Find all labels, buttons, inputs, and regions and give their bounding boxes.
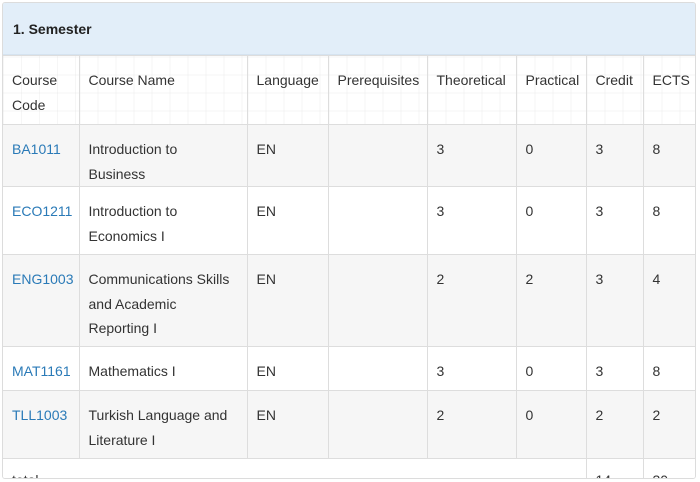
table-header-row: Course Code Course Name Language Prerequ… — [3, 55, 695, 125]
ects-cell: 4 — [642, 254, 695, 347]
course-name-cell: Introduction to Economics I — [78, 186, 248, 255]
practical-cell: 0 — [515, 390, 587, 459]
course-code-cell: ENG1003 — [3, 254, 80, 347]
ects-cell: 8 — [642, 124, 695, 187]
language-cell: EN — [246, 186, 329, 255]
total-credit-cell: 14 — [585, 458, 644, 478]
column-header-course-name: Course Name — [78, 55, 248, 125]
column-header-ects: ECTS — [642, 55, 695, 125]
ects-cell: 8 — [642, 346, 695, 391]
course-name-cell: Communications Skills and Academic Repor… — [78, 254, 248, 347]
language-cell: EN — [246, 346, 329, 391]
table-row: TLL1003 Turkish Language and Literature … — [3, 390, 695, 459]
table-row: ENG1003 Communications Skills and Academ… — [3, 254, 695, 347]
column-header-practical: Practical — [515, 55, 587, 125]
theoretical-cell: 3 — [426, 124, 517, 187]
course-name-cell: Introduction to Business — [78, 124, 248, 187]
ects-cell: 2 — [642, 390, 695, 459]
theoretical-cell: 3 — [426, 346, 517, 391]
theoretical-cell: 2 — [426, 254, 517, 347]
course-code-link[interactable]: MAT1161 — [12, 363, 71, 379]
credit-cell: 3 — [585, 186, 644, 255]
course-name-cell: Mathematics I — [78, 346, 248, 391]
column-header-course-code: Course Code — [3, 55, 80, 125]
practical-cell: 2 — [515, 254, 587, 347]
practical-cell: 0 — [515, 124, 587, 187]
panel-title: 1. Semester — [3, 3, 695, 55]
language-cell: EN — [246, 124, 329, 187]
column-header-theoretical: Theoretical — [426, 55, 517, 125]
practical-cell: 0 — [515, 186, 587, 255]
table-row: ECO1211 Introduction to Economics I EN 3… — [3, 186, 695, 255]
column-header-language: Language — [246, 55, 329, 125]
credit-cell: 2 — [585, 390, 644, 459]
total-row: total 14 30 — [3, 458, 695, 478]
course-code-link[interactable]: TLL1003 — [12, 407, 67, 423]
course-code-link[interactable]: BA1011 — [12, 141, 61, 157]
prerequisites-cell — [327, 186, 428, 255]
semester-panel: 1. Semester Course Code Course Name Lang… — [2, 2, 696, 479]
course-code-cell: ECO1211 — [3, 186, 80, 255]
prerequisites-cell — [327, 390, 428, 459]
course-code-link[interactable]: ENG1003 — [12, 271, 73, 287]
course-code-link[interactable]: ECO1211 — [12, 203, 72, 219]
course-table: Course Code Course Name Language Prerequ… — [3, 55, 695, 478]
course-code-cell: MAT1161 — [3, 346, 80, 391]
course-code-cell: BA1011 — [3, 124, 80, 187]
column-header-credit: Credit — [585, 55, 644, 125]
table-row: MAT1161 Mathematics I EN 3 0 3 8 — [3, 346, 695, 391]
theoretical-cell: 2 — [426, 390, 517, 459]
credit-cell: 3 — [585, 254, 644, 347]
total-label: total — [3, 458, 587, 478]
ects-cell: 8 — [642, 186, 695, 255]
language-cell: EN — [246, 390, 329, 459]
prerequisites-cell — [327, 346, 428, 391]
credit-cell: 3 — [585, 124, 644, 187]
theoretical-cell: 3 — [426, 186, 517, 255]
practical-cell: 0 — [515, 346, 587, 391]
table-row: BA1011 Introduction to Business EN 3 0 3… — [3, 124, 695, 187]
prerequisites-cell — [327, 254, 428, 347]
course-code-cell: TLL1003 — [3, 390, 80, 459]
column-header-prerequisites: Prerequisites — [327, 55, 428, 125]
total-ects-cell: 30 — [642, 458, 695, 478]
prerequisites-cell — [327, 124, 428, 187]
language-cell: EN — [246, 254, 329, 347]
credit-cell: 3 — [585, 346, 644, 391]
course-name-cell: Turkish Language and Literature I — [78, 390, 248, 459]
